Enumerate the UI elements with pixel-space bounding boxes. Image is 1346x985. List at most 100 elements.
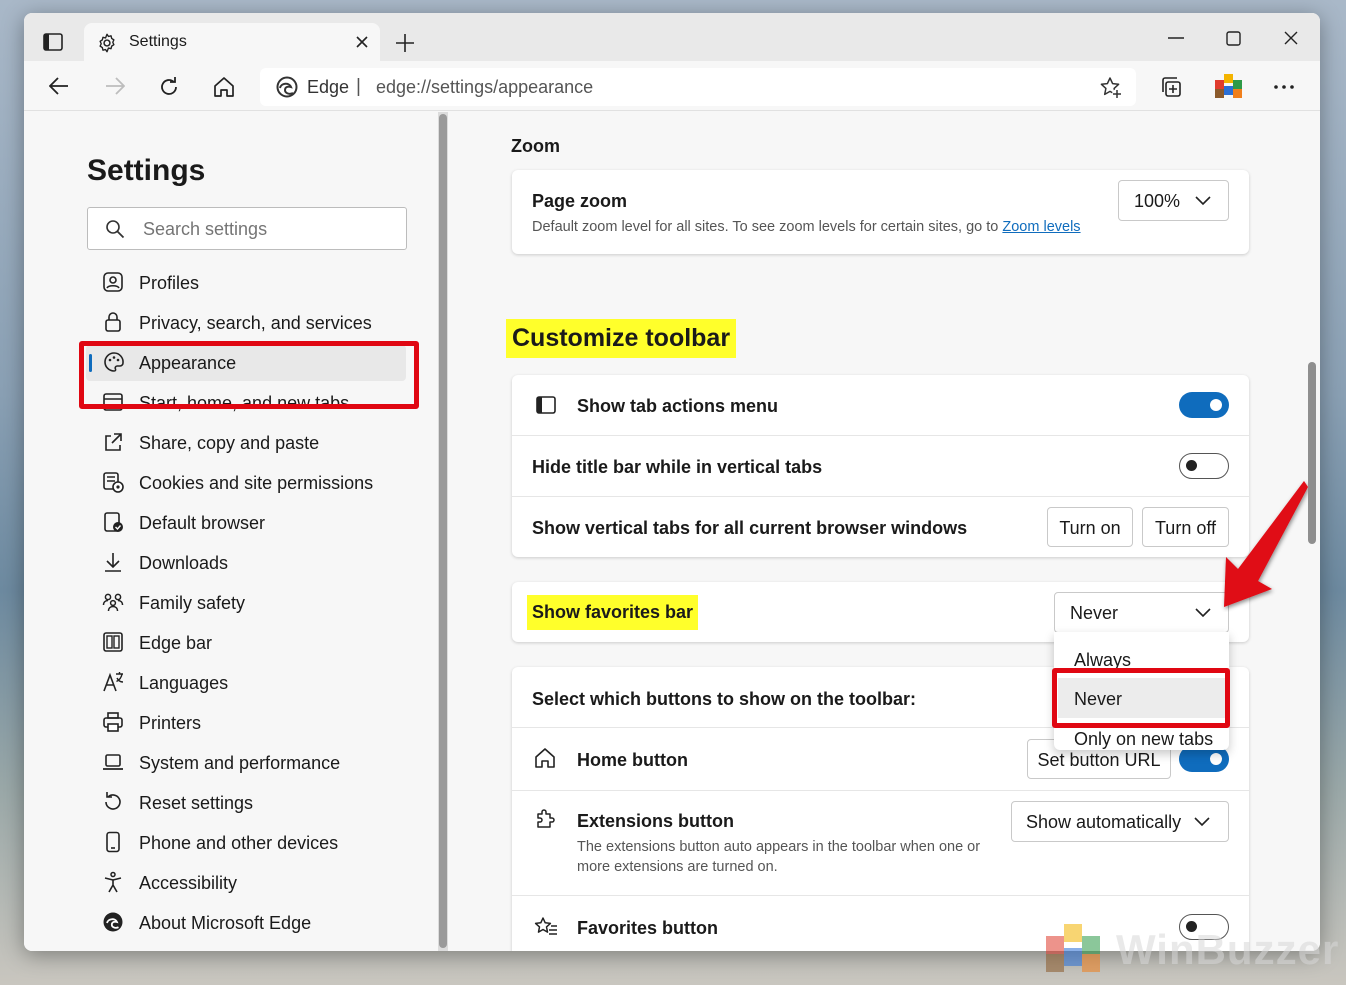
main-scrollbar-thumb[interactable]	[1308, 362, 1316, 544]
search-input[interactable]	[143, 217, 393, 241]
page-zoom-title: Page zoom	[532, 191, 628, 211]
edge-logo-icon	[102, 911, 126, 935]
sidebar-item-label: Reset settings	[139, 793, 254, 813]
row-divider	[512, 790, 1249, 791]
appearance-annotation-box	[79, 341, 419, 409]
sidebar-title: Settings	[87, 154, 206, 187]
sidebar-item-label: Profiles	[139, 273, 200, 293]
extensions-select[interactable]: Show automatically	[1011, 801, 1229, 842]
site-brand: Edge	[307, 77, 350, 97]
select-buttons-label: Select which buttons to show on the tool…	[532, 689, 916, 709]
accessibility-icon	[102, 871, 126, 895]
add-favorite-icon[interactable]	[1099, 76, 1123, 100]
page-zoom-select[interactable]: 100%	[1118, 180, 1229, 221]
sidebar-item-label: Phone and other devices	[139, 833, 339, 853]
vertical-tabs-label: Show vertical tabs for all current brows…	[532, 518, 968, 538]
hide-title-bar-label: Hide title bar while in vertical tabs	[532, 457, 823, 477]
reset-icon	[102, 791, 126, 815]
extensions-button-label: Extensions button	[577, 811, 734, 831]
sidebar-item-accessibility[interactable]: Accessibility	[102, 865, 412, 901]
extensions-desc-line2: more extensions are turned on.	[577, 859, 778, 875]
sidebar-item-label: Accessibility	[139, 873, 238, 893]
sidebar-item-share-copy-and-paste[interactable]: Share, copy and paste	[102, 425, 412, 461]
url-text[interactable]: edge://settings/appearance	[376, 77, 593, 98]
tab-actions-label: Show tab actions menu	[577, 396, 779, 416]
customize-toolbar-heading: Customize toolbar	[506, 319, 737, 358]
home-icon[interactable]	[213, 76, 235, 98]
turn-on-button[interactable]: Turn on	[1047, 507, 1133, 547]
sidebar-item-system-and-performance[interactable]: System and performance	[102, 745, 412, 781]
more-options-icon[interactable]	[1274, 85, 1294, 89]
close-tab-icon[interactable]	[356, 36, 368, 48]
sidebar-item-downloads[interactable]: Downloads	[102, 545, 412, 581]
maximize-icon[interactable]	[1226, 31, 1241, 46]
favorites-star-icon	[534, 916, 558, 938]
address-bar[interactable]: Edge | edge://settings/appearance	[260, 68, 1136, 106]
address-separator: |	[356, 76, 361, 97]
home-button-icon	[534, 747, 556, 769]
sidebar-item-family-safety[interactable]: Family safety	[102, 585, 412, 621]
settings-sidebar: Settings Profiles Privacy, search, and se…	[24, 112, 438, 951]
sidebar-item-phone-and-other-devices[interactable]: Phone and other devices	[102, 825, 412, 861]
download-icon	[102, 551, 126, 575]
zoom-card: Page zoom Default zoom level for all sit…	[512, 170, 1249, 254]
laptop-icon	[102, 751, 126, 775]
cookies-icon	[102, 471, 126, 495]
home-button-label: Home button	[577, 750, 688, 770]
puzzle-icon	[534, 809, 556, 831]
edge-bar-icon	[102, 631, 126, 655]
watermark-text: WinBuzzer	[1116, 926, 1340, 973]
extension-cube-icon[interactable]	[1213, 72, 1245, 102]
sidebar-item-label: Cookies and site permissions	[139, 473, 374, 493]
sidebar-item-profiles[interactable]: Profiles	[102, 265, 412, 301]
new-tab-icon[interactable]	[395, 33, 415, 53]
sidebar-scroll-thumb[interactable]	[439, 114, 447, 948]
sidebar-item-label: Family safety	[139, 593, 246, 613]
tab-actions-menu-icon	[536, 396, 556, 414]
forward-icon	[105, 77, 125, 95]
gear-icon	[96, 32, 118, 54]
hide-title-bar-toggle[interactable]	[1179, 453, 1229, 479]
sidebar-item-label: Printers	[139, 713, 202, 733]
lock-icon	[102, 311, 126, 335]
minimize-icon[interactable]	[1168, 37, 1184, 39]
winbuzzer-watermark: WinBuzzer	[1040, 918, 1340, 980]
annotation-arrow	[1198, 477, 1308, 612]
zoom-levels-link[interactable]: Zoom levels	[1002, 219, 1080, 235]
sidebar-item-edge-bar[interactable]: Edge bar	[102, 625, 412, 661]
browser-window: Settings Edge | edge://settings/appearan…	[24, 13, 1320, 951]
edge-logo-icon	[276, 76, 298, 98]
sidebar-item-label: Default browser	[139, 513, 266, 533]
row-divider	[512, 895, 1249, 896]
tab-options-card: Show tab actions menu Hide title bar whi…	[512, 375, 1249, 557]
sidebar-item-label: Privacy, search, and services	[139, 313, 372, 333]
zoom-heading: Zoom	[511, 136, 560, 156]
back-icon[interactable]	[49, 77, 69, 95]
printer-icon	[102, 711, 126, 735]
sidebar-item-label: About Microsoft Edge	[139, 913, 312, 933]
favorites-bar-value: Never	[1070, 603, 1119, 623]
page-zoom-desc: Default zoom level for all sites. To see…	[532, 219, 1081, 235]
refresh-icon[interactable]	[158, 76, 180, 98]
page-zoom-desc-text: Default zoom level for all sites. To see…	[532, 219, 999, 235]
sidebar-item-about-microsoft-edge[interactable]: About Microsoft Edge	[102, 905, 412, 941]
extensions-value: Show automatically	[1026, 812, 1182, 832]
tab-settings[interactable]: Settings	[84, 23, 380, 61]
browser-toolbar: Edge | edge://settings/appearance	[24, 61, 1320, 111]
sidebar-item-default-browser[interactable]: Default browser	[102, 505, 412, 541]
page-zoom-value: 100%	[1134, 191, 1181, 211]
sidebar-scrollbar[interactable]	[438, 112, 448, 951]
sidebar-item-privacy-search-and-services[interactable]: Privacy, search, and services	[102, 305, 412, 341]
dropdown-option-new-tabs[interactable]: Only on new tabs	[1074, 729, 1213, 750]
family-icon	[102, 591, 126, 615]
tab-actions-toggle[interactable]	[1179, 392, 1229, 418]
sidebar-item-reset-settings[interactable]: Reset settings	[102, 785, 412, 821]
sidebar-item-printers[interactable]: Printers	[102, 705, 412, 741]
tab-actions-icon[interactable]	[43, 33, 63, 51]
sidebar-item-languages[interactable]: Languages	[102, 665, 412, 701]
settings-content: Settings Profiles Privacy, search, and se…	[24, 112, 1320, 951]
search-settings-box[interactable]	[87, 207, 407, 250]
close-window-icon[interactable]	[1284, 31, 1298, 45]
sidebar-item-cookies-and-site-permissions[interactable]: Cookies and site permissions	[102, 465, 412, 501]
collections-icon[interactable]	[1159, 75, 1183, 99]
